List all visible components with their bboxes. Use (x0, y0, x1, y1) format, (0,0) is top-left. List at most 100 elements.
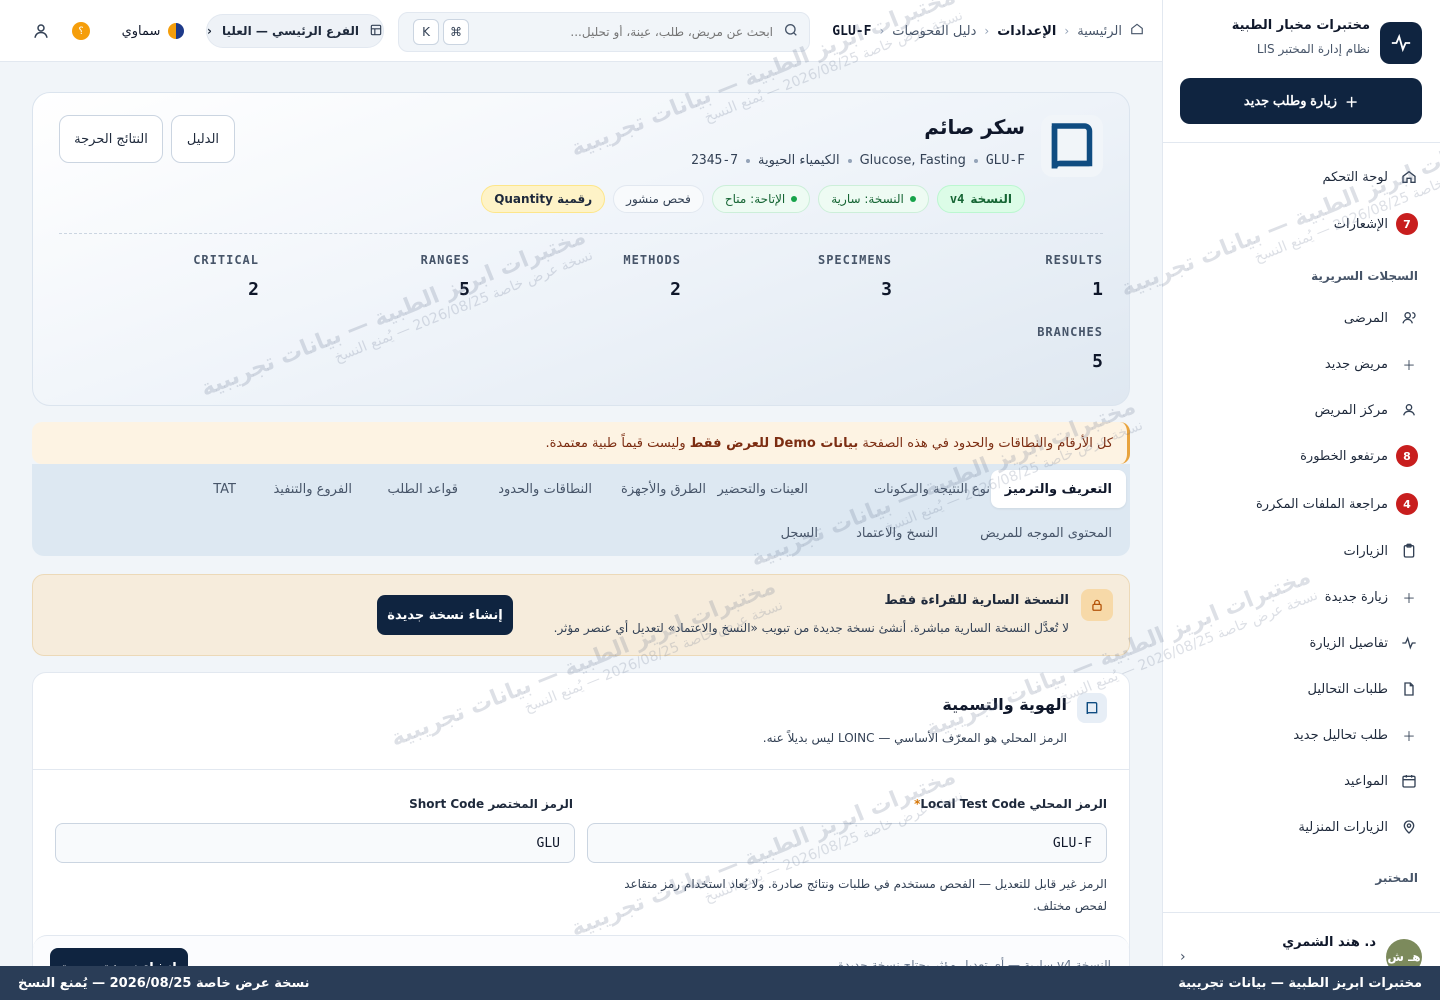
breadcrumb-home[interactable]: الرئيسية (1077, 24, 1122, 39)
sidebar-item-label: مرتفعو الخطورة (1300, 448, 1388, 464)
readonly-notice: النسخة السارية للقراءة فقط لا تُعدَّل ال… (32, 574, 1130, 656)
branch-selector[interactable]: الفرع الرئيسي — العليا ‹ (206, 14, 384, 48)
plus-icon: ＋ (1402, 591, 1416, 607)
stat-label: SPECIMENS (817, 253, 892, 267)
tab-ranges[interactable]: النطاقات والحدود (484, 470, 606, 508)
tab-history[interactable]: السجل (767, 514, 832, 552)
dot-separator (746, 158, 751, 163)
section-lab: المختبر (1375, 871, 1418, 885)
result-type-tag: رقمية Quantity (481, 185, 606, 213)
tab-order-rules[interactable]: قواعد الطلب (373, 470, 472, 508)
sidebar-item-high-risk[interactable]: مرتفعو الخطورة 8 (1162, 436, 1440, 476)
help-icon[interactable]: ؟ (72, 22, 90, 40)
book-small-icon (1077, 693, 1107, 723)
sidebar-item-new-patient[interactable]: ＋ مريض جديد (1162, 344, 1440, 384)
search-input[interactable] (469, 25, 783, 39)
test-name-en: Glucose, Fasting (859, 153, 966, 168)
create-version-button[interactable]: إنشاء نسخة جديدة (377, 595, 513, 635)
guide-button[interactable]: الدليل (171, 115, 235, 163)
chevron-icon: ‹ (1064, 24, 1070, 38)
version-tag: النسخة v4 (936, 185, 1025, 213)
sidebar-item-label: طلب تحاليل جديد (1293, 727, 1388, 743)
brand-name: مختبرات مخبار الطبية (1231, 18, 1370, 33)
test-title: سكر صائم (924, 115, 1025, 139)
tab-branches[interactable]: الفروع والتنفيذ (259, 470, 366, 508)
local-code-label: الرمز المحلي Local Test Code* (908, 797, 1107, 811)
sidebar-item-patient-center[interactable]: مركز المريض (1162, 390, 1440, 430)
user-icon (1400, 401, 1418, 419)
sidebar-item-label: الإشعارات (1333, 216, 1388, 232)
local-code-field[interactable] (587, 823, 1107, 863)
sidebar-item-visits[interactable]: الزيارات (1162, 531, 1440, 571)
sidebar-item-test-orders[interactable]: طلبات التحاليل (1162, 669, 1440, 709)
status-dot-icon (791, 196, 798, 202)
clipboard-icon (1400, 542, 1418, 560)
test-code: GLU-F (985, 153, 1025, 168)
sidebar-item-visit-details[interactable]: تفاصيل الزيارة (1162, 623, 1440, 663)
tab-methods[interactable]: الطرق والأجهزة (607, 470, 720, 508)
stat-label: RESULTS (1045, 253, 1103, 267)
stat-label: METHODS (623, 253, 681, 267)
theme-dot-icon (168, 23, 185, 39)
new-visit-button[interactable]: ＋ زيارة وطلب جديد (1180, 78, 1422, 124)
version-status-label: النسخة: سارية (831, 192, 904, 206)
demo-banner-bold: بيانات Demo للعرض فقط (689, 435, 859, 451)
stat-branches: BRANCHES 5 (1037, 325, 1103, 372)
card-divider (33, 769, 1129, 770)
stat-specimens: SPECIMENS 3 (818, 253, 892, 300)
sidebar-item-patients[interactable]: المرضى (1162, 298, 1440, 338)
stat-value: 3 (881, 279, 892, 300)
sidebar-item-home-visits[interactable]: الزيارات المنزلية (1162, 807, 1440, 847)
sidebar-user[interactable]: هـ ش د. هند الشمري ‹ (1162, 912, 1440, 975)
test-meta: GLU-F Glucose, Fasting الكيمياء الحيوية … (691, 153, 1025, 168)
local-code-help: الرمز غير قابل للتعديل — الفحص مستخدم في… (624, 877, 1107, 913)
account-icon[interactable] (32, 22, 50, 44)
sidebar-item-label: مريض جديد (1324, 356, 1388, 372)
plus-icon: ＋ (1402, 358, 1416, 374)
kbd-cmd: ⌘ (443, 19, 469, 45)
stat-results: RESULTS 1 (1045, 253, 1103, 300)
sidebar-item-label: زيارة جديدة (1324, 589, 1388, 605)
sidebar-item-notifications[interactable]: الإشعارات 7 (1162, 204, 1440, 244)
tab-identification[interactable]: التعريف والترميز (990, 470, 1126, 508)
breadcrumb-test-catalog[interactable]: دليل الفحوصات (892, 24, 976, 39)
sidebar-item-label: مركز المريض (1314, 402, 1388, 418)
sidebar-item-new-visit[interactable]: ＋ زيارة جديدة (1162, 577, 1440, 617)
demo-footer: مختبرات ابريز الطبية — بيانات تجريبية نس… (0, 966, 1440, 1000)
dot-separator (847, 158, 852, 163)
tab-specimens[interactable]: العينات والتحضير (703, 470, 822, 508)
lock-icon (1081, 589, 1113, 621)
chevron-icon: ‹ (879, 24, 885, 38)
user-name: د. هند الشمري (1282, 935, 1376, 950)
tab-patient-content[interactable]: المحتوى الموجه للمريض (966, 514, 1126, 552)
footer-brand: مختبرات ابريز الطبية — بيانات تجريبية (1178, 975, 1422, 991)
tab-result-type[interactable]: نوع النتيجة والمكونات (860, 470, 1004, 508)
sidebar-item-label: مراجعة الملفات المكررة (1256, 496, 1388, 512)
tab-versions[interactable]: النسخ والاعتماد (842, 514, 952, 552)
sidebar-item-label: تفاصيل الزيارة (1309, 635, 1388, 651)
stat-ranges: RANGES 5 (421, 253, 470, 300)
test-tabs: التعريف والترميز نوع النتيجة والمكونات ا… (32, 464, 1130, 556)
book-icon (1041, 115, 1103, 177)
sidebar-item-label: طلبات التحاليل (1307, 681, 1388, 697)
breadcrumb-settings[interactable]: الإعدادات (997, 24, 1056, 39)
local-code-label-text: الرمز المحلي Local Test Code (920, 797, 1107, 811)
readonly-title: النسخة السارية للقراءة فقط (884, 593, 1069, 608)
critical-results-button[interactable]: النتائج الحرجة (59, 115, 163, 163)
theme-label: سماوي (121, 23, 161, 39)
tab-tat[interactable]: TAT (199, 470, 250, 508)
file-icon (1400, 680, 1418, 698)
home-outline-icon (1130, 22, 1144, 40)
sidebar-item-duplicate-review[interactable]: مراجعة الملفات المكررة 4 (1162, 484, 1440, 524)
sidebar-item-dashboard[interactable]: لوحة التحكم (1162, 157, 1440, 197)
sidebar-item-appointments[interactable]: المواعيد (1162, 761, 1440, 801)
sidebar-item-new-test-order[interactable]: ＋ طلب تحاليل جديد (1162, 715, 1440, 755)
chevron-icon: ‹ (984, 24, 990, 38)
global-search[interactable]: ⌘ K (398, 12, 810, 52)
short-code-field[interactable] (55, 823, 575, 863)
demo-data-banner: كل الأرقام والنطاقات والحدود في هذه الصف… (32, 422, 1130, 464)
theme-toggle[interactable]: سماوي (112, 14, 194, 48)
plus-icon: ＋ (1345, 94, 1359, 110)
main-content: سكر صائم GLU-F Glucose, Fasting الكيمياء… (0, 62, 1162, 975)
hero-divider (59, 233, 1103, 234)
